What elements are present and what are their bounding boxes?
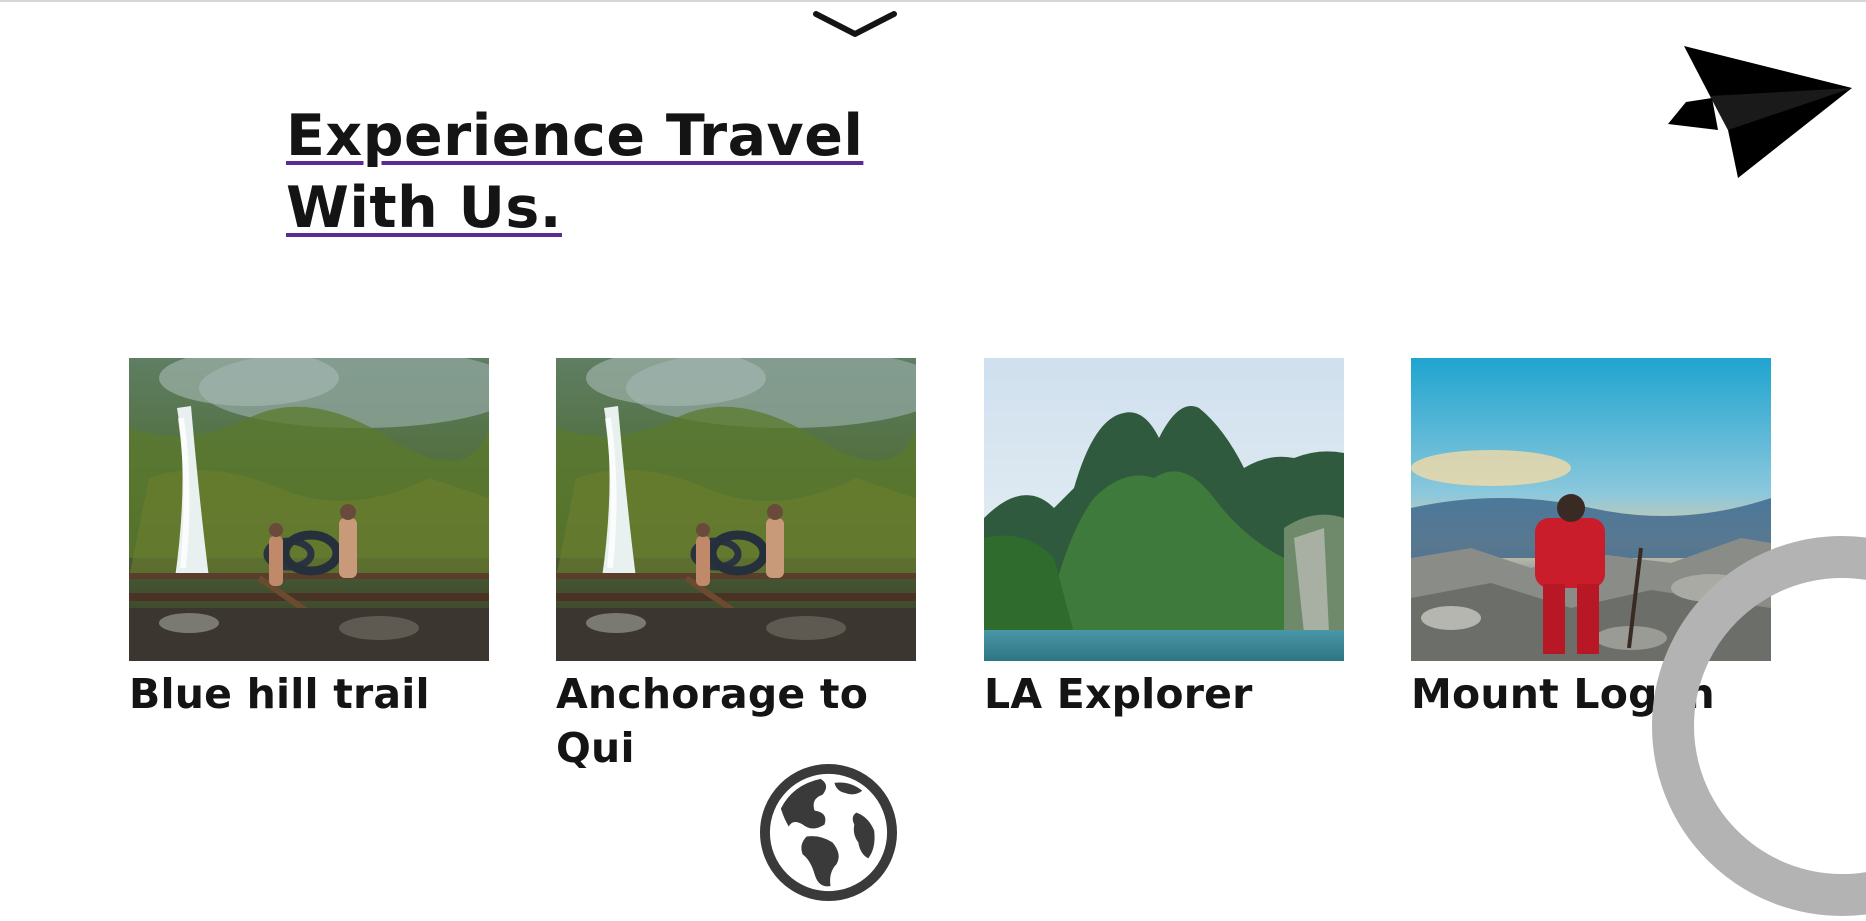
trip-title[interactable]: LA Explorer xyxy=(984,667,1344,721)
top-divider xyxy=(0,0,1866,2)
trip-card[interactable]: Mount Logan xyxy=(1411,358,1771,721)
waterfall-hikers-photo[interactable] xyxy=(129,358,489,661)
paper-plane-icon[interactable] xyxy=(1668,44,1854,184)
green-mountains-lake-photo[interactable] xyxy=(984,358,1344,661)
waterfall-hikers-photo[interactable] xyxy=(556,358,916,661)
trip-title[interactable]: Mount Logan xyxy=(1411,667,1771,721)
headline-line-1: Experience Travel xyxy=(286,103,864,169)
headline-line-2: With Us. xyxy=(286,175,562,241)
headline-link[interactable]: Experience Travel With Us. xyxy=(286,100,863,244)
chevron-down-icon[interactable] xyxy=(810,8,900,40)
page: Experience Travel With Us. Blue hill tra… xyxy=(0,0,1866,921)
trip-card[interactable]: Anchorage to Qui xyxy=(556,358,916,775)
trip-card[interactable]: LA Explorer xyxy=(984,358,1344,721)
globe-icon[interactable] xyxy=(759,763,898,902)
trip-title[interactable]: Blue hill trail xyxy=(129,667,489,721)
trip-card[interactable]: Blue hill trail xyxy=(129,358,489,721)
page-headline[interactable]: Experience Travel With Us. xyxy=(286,100,863,244)
trip-title[interactable]: Anchorage to Qui xyxy=(556,667,916,775)
hiker-red-jacket-photo[interactable] xyxy=(1411,358,1771,661)
